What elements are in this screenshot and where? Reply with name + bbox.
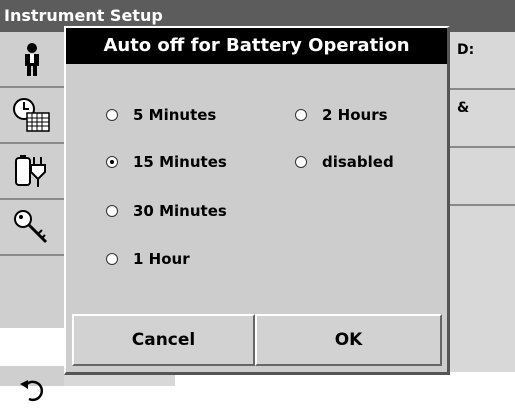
option-30-minutes[interactable]: 30 Minutes: [106, 202, 227, 220]
ok-button[interactable]: OK: [255, 314, 442, 366]
settings-row-2[interactable]: &: [449, 90, 515, 148]
clock-calendar-icon: [13, 98, 50, 132]
settings-row-1[interactable]: D:: [449, 32, 515, 90]
dialog-title: Auto off for Battery Operation: [66, 28, 447, 64]
radio-disabled[interactable]: [295, 156, 307, 168]
cancel-button[interactable]: Cancel: [72, 314, 255, 366]
radio-5-minutes[interactable]: [106, 109, 118, 121]
sidebar-item-power[interactable]: [0, 144, 64, 200]
option-5-minutes[interactable]: 5 Minutes: [106, 106, 216, 124]
settings-row-1-text: D:: [457, 42, 475, 58]
option-label: 30 Minutes: [133, 202, 227, 220]
option-2-hours[interactable]: 2 Hours: [295, 106, 388, 124]
sidebar: [0, 32, 64, 402]
back-button[interactable]: [0, 362, 64, 418]
sidebar-empty-slot: [0, 328, 64, 366]
settings-row-2-text: &: [457, 100, 470, 116]
settings-row-3[interactable]: [449, 148, 515, 206]
battery-plug-icon: [15, 155, 46, 187]
key-icon: [14, 210, 48, 244]
option-disabled[interactable]: disabled: [295, 153, 394, 171]
person-icon: [25, 43, 39, 76]
sidebar-item-security[interactable]: [0, 200, 64, 256]
sidebar-item-operator[interactable]: [0, 32, 64, 88]
radio-2-hours[interactable]: [295, 109, 307, 121]
back-arrow-icon: [20, 380, 44, 402]
option-label: 1 Hour: [133, 250, 190, 268]
option-label: 2 Hours: [322, 106, 388, 124]
option-label: 15 Minutes: [133, 153, 227, 171]
option-15-minutes[interactable]: 15 Minutes: [106, 153, 227, 171]
radio-30-minutes[interactable]: [106, 205, 118, 217]
radio-1-hour[interactable]: [106, 253, 118, 265]
option-label: disabled: [322, 153, 394, 171]
option-label: 5 Minutes: [133, 106, 217, 124]
auto-off-dialog: Auto off for Battery Operation 5 Minutes…: [64, 26, 450, 375]
radio-15-minutes[interactable]: [106, 156, 118, 168]
sidebar-item-date-time[interactable]: [0, 88, 64, 144]
option-1-hour[interactable]: 1 Hour: [106, 250, 190, 268]
